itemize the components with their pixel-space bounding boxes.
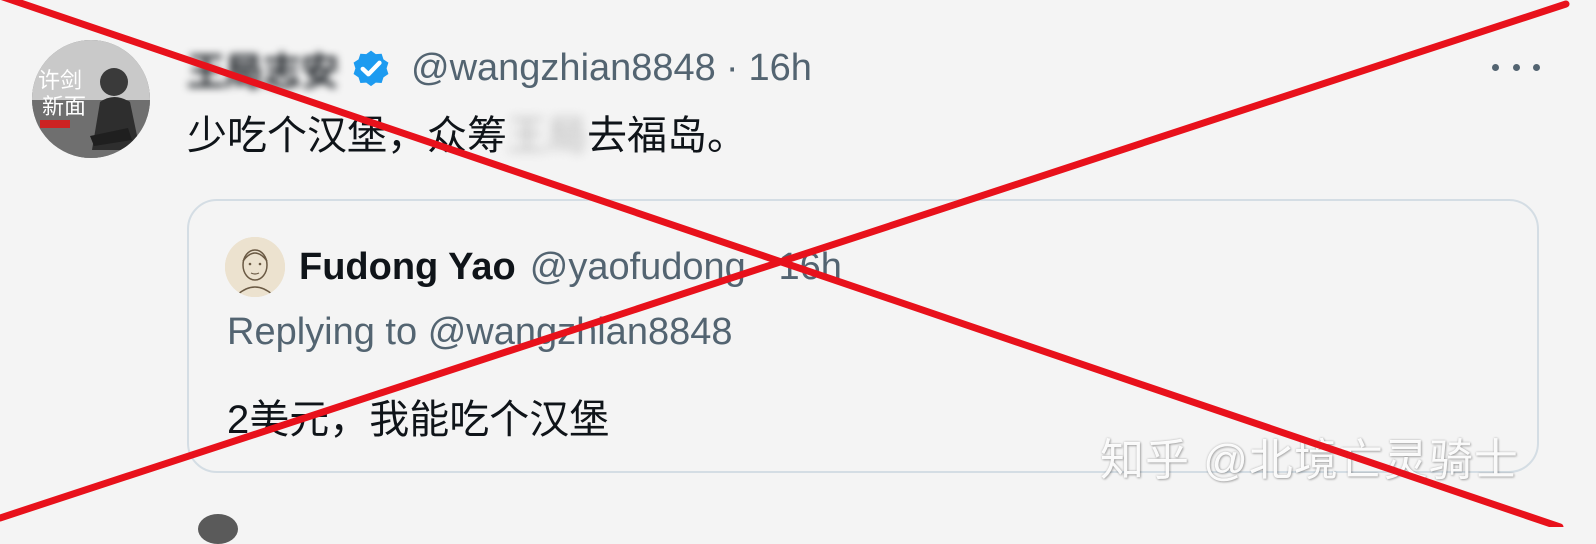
quoted-tweet-text: 2美元，我能吃个汉堡 — [227, 398, 610, 442]
svg-text:许剑: 许剑 — [38, 69, 82, 94]
svg-text:新面: 新面 — [42, 95, 86, 120]
tweet-text-part2: 去福岛。 — [587, 114, 747, 158]
more-options-icon[interactable] — [1492, 52, 1540, 82]
quoted-tweet-header: Fudong Yao @yaofudong · 16h — [299, 237, 842, 297]
watermark: 知乎 @北境亡灵骑士 — [1100, 436, 1519, 485]
quoted-tweet-timestamp[interactable]: 16h — [778, 246, 841, 289]
replying-to-label: Replying to — [227, 311, 418, 353]
author-avatar[interactable]: 许剑 新面 — [32, 40, 150, 158]
author-display-name[interactable]: 王局志安 — [187, 41, 339, 96]
tweet-text: 少吃个汉堡，众筹王局去福岛。 — [187, 108, 747, 164]
author-handle[interactable]: @wangzhian8848 — [411, 47, 716, 90]
tweet-header: 王局志安 @wangzhian8848 · 16h — [187, 40, 812, 96]
quoted-author-display-name[interactable]: Fudong Yao — [299, 246, 516, 289]
tweet-text-part1: 少吃个汉堡，众筹 — [187, 114, 507, 158]
replying-to-line: Replying to @wangzhian8848 — [227, 311, 733, 354]
redacted-name: 王局 — [507, 114, 587, 158]
tweet-card[interactable]: 许剑 新面 王局志安 @wangzhian8848 · 16h 少吃个汉堡，众筹… — [0, 0, 1596, 544]
replying-to-handle[interactable]: @wangzhian8848 — [428, 311, 733, 353]
tweet-timestamp[interactable]: 16h — [748, 47, 811, 90]
verified-badge-icon — [349, 46, 393, 90]
header-separator: · — [725, 46, 739, 89]
more-dot — [1492, 63, 1499, 71]
quoted-author-avatar[interactable] — [225, 237, 285, 297]
more-dot — [1533, 63, 1540, 71]
quoted-author-handle[interactable]: @yaofudong — [530, 246, 746, 289]
next-tweet-avatar[interactable] — [198, 514, 238, 544]
more-dot — [1512, 63, 1520, 71]
quoted-header-separator: · — [755, 245, 769, 288]
